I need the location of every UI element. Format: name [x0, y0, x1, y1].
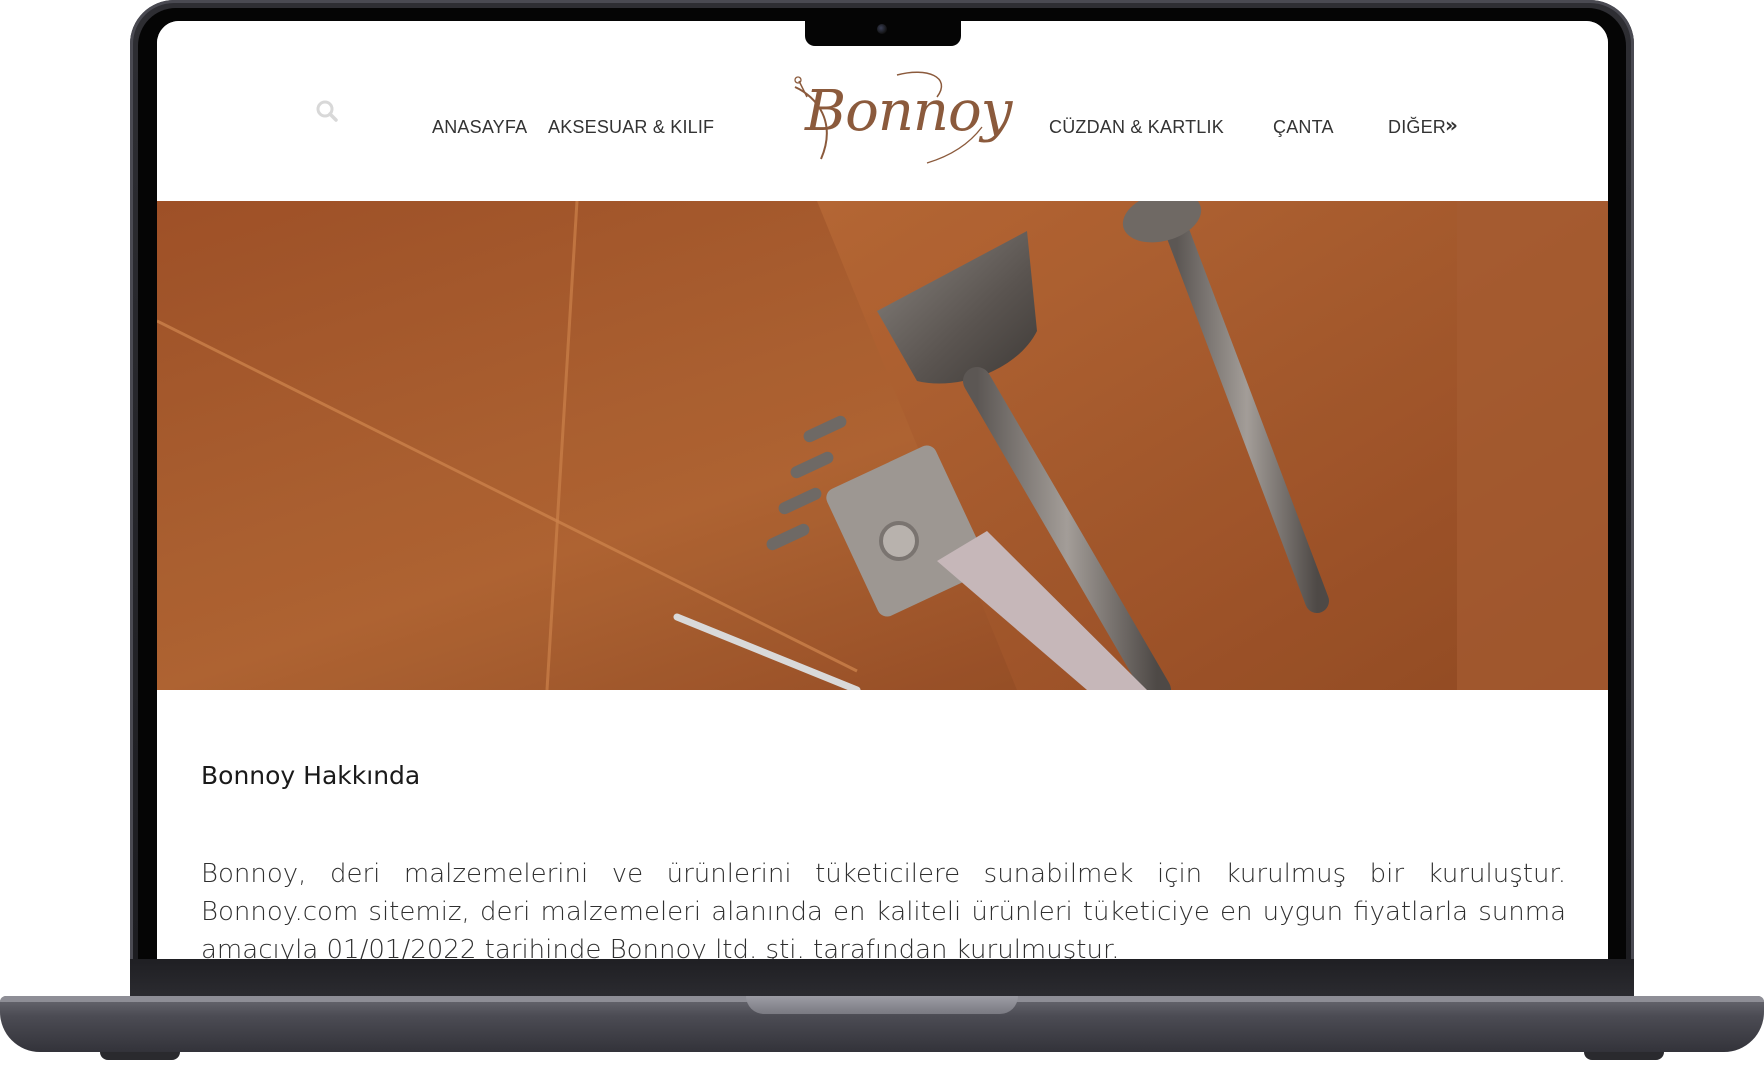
laptop-hinge — [130, 959, 1634, 997]
laptop-thumb-notch — [746, 996, 1018, 1014]
site-header: ANASAYFA AKSESUAR & KILIF Bonnoy CÜZDAN … — [157, 21, 1608, 201]
camera-icon — [877, 24, 887, 34]
search-icon[interactable] — [315, 99, 339, 123]
nav-item-home[interactable]: ANASAYFA — [432, 117, 527, 138]
about-body-text: Bonnoy, deri malzemelerini ve ürünlerini… — [201, 859, 1566, 959]
website-screen: ANASAYFA AKSESUAR & KILIF Bonnoy CÜZDAN … — [157, 21, 1608, 959]
laptop-mockup: ANASAYFA AKSESUAR & KILIF Bonnoy CÜZDAN … — [0, 0, 1764, 1067]
nav-item-accessories[interactable]: AKSESUAR & KILIF — [548, 117, 714, 138]
double-chevron-right-icon[interactable]: » — [1445, 113, 1458, 137]
nav-item-wallets[interactable]: CÜZDAN & KARTLIK — [1049, 117, 1224, 138]
nav-item-other[interactable]: DIĞER — [1388, 117, 1446, 138]
hero-image-leather-tools — [157, 201, 1608, 690]
laptop-foot-right — [1584, 1052, 1664, 1060]
nav-item-bags[interactable]: ÇANTA — [1273, 117, 1334, 138]
laptop-foot-left — [100, 1052, 180, 1060]
logo-text: Bonnoy — [805, 79, 1012, 144]
about-title: Bonnoy Hakkında — [201, 761, 421, 790]
